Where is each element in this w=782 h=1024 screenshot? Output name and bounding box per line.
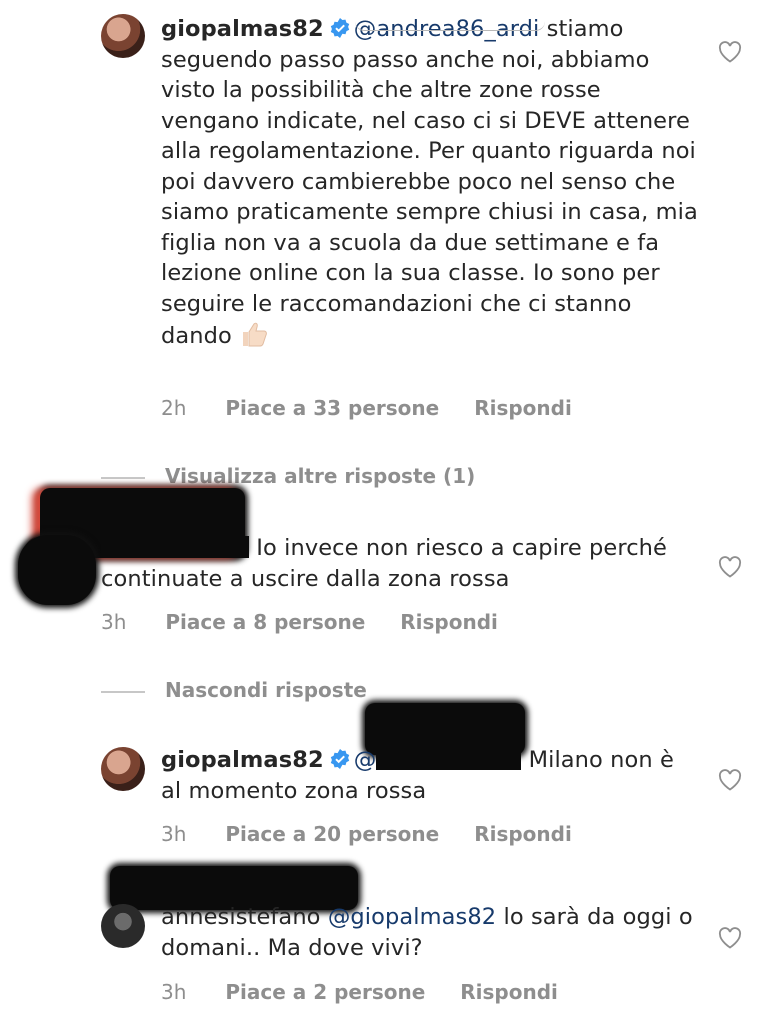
hide-replies-toggle[interactable]: Nascondi risposte [101,678,367,702]
likes-count[interactable]: Piace a 2 persone [225,980,425,1004]
verified-badge-icon [330,749,349,769]
redacted-block [18,535,96,605]
avatar[interactable] [101,747,145,791]
view-more-replies-toggle[interactable]: Visualizza altre risposte (1) [101,464,475,488]
reply-button[interactable]: Rispondi [460,980,558,1004]
timestamp: 3h [161,980,187,1004]
reply-button[interactable]: Rispondi [474,822,572,846]
thread-line [101,690,145,693]
redacted-mention [376,748,522,770]
reply-button[interactable]: Rispondi [400,610,498,634]
redacted-mention [355,12,545,31]
avatar[interactable] [101,904,145,948]
thread-line [101,476,145,479]
comment-meta: 3h Piace a 2 persone Rispondi [161,980,586,1004]
mention-link[interactable]: @giopalmas82 [328,904,496,930]
username[interactable]: annesistefano [161,904,321,930]
comment-meta: 3h Piace a 8 persone Rispondi [101,610,526,634]
comment-body: annesistefano @giopalmas82 lo sarà da og… [161,902,701,963]
comment-text: stiamo seguendo passo passo anche noi, a… [161,16,698,349]
timestamp: 3h [101,610,127,634]
reply-button[interactable]: Rispondi [474,396,572,420]
heart-icon[interactable] [718,927,742,949]
redacted-username [101,536,249,558]
comment-meta: 2h Piace a 33 persone Rispondi [161,396,600,420]
likes-count[interactable]: Piace a 33 persone [225,396,439,420]
comment-meta: 3h Piace a 20 persone Rispondi [161,822,600,846]
comment-body: giopalmas82 @andrea86_ardi stiamo seguend… [161,14,701,352]
heart-icon[interactable] [718,41,742,63]
comment-body: Io invece non riesco a capire perché con… [101,533,701,594]
heart-icon[interactable] [718,769,742,791]
verified-badge-icon [330,18,349,38]
comment-body: giopalmas82 @ Milano non è al momento zon… [161,745,701,806]
likes-count[interactable]: Piace a 20 persone [225,822,439,846]
hide-replies-label: Nascondi risposte [165,678,367,702]
username[interactable]: giopalmas82 [161,747,324,773]
timestamp: 3h [161,822,187,846]
timestamp: 2h [161,396,187,420]
likes-count[interactable]: Piace a 8 persone [165,610,365,634]
heart-icon[interactable] [718,556,742,578]
username[interactable]: giopalmas82 [161,16,324,42]
thumbs-up-emoji [243,322,268,347]
view-more-label: Visualizza altre risposte (1) [165,464,476,488]
avatar[interactable] [101,14,145,58]
mention-link[interactable]: @ [354,747,377,773]
